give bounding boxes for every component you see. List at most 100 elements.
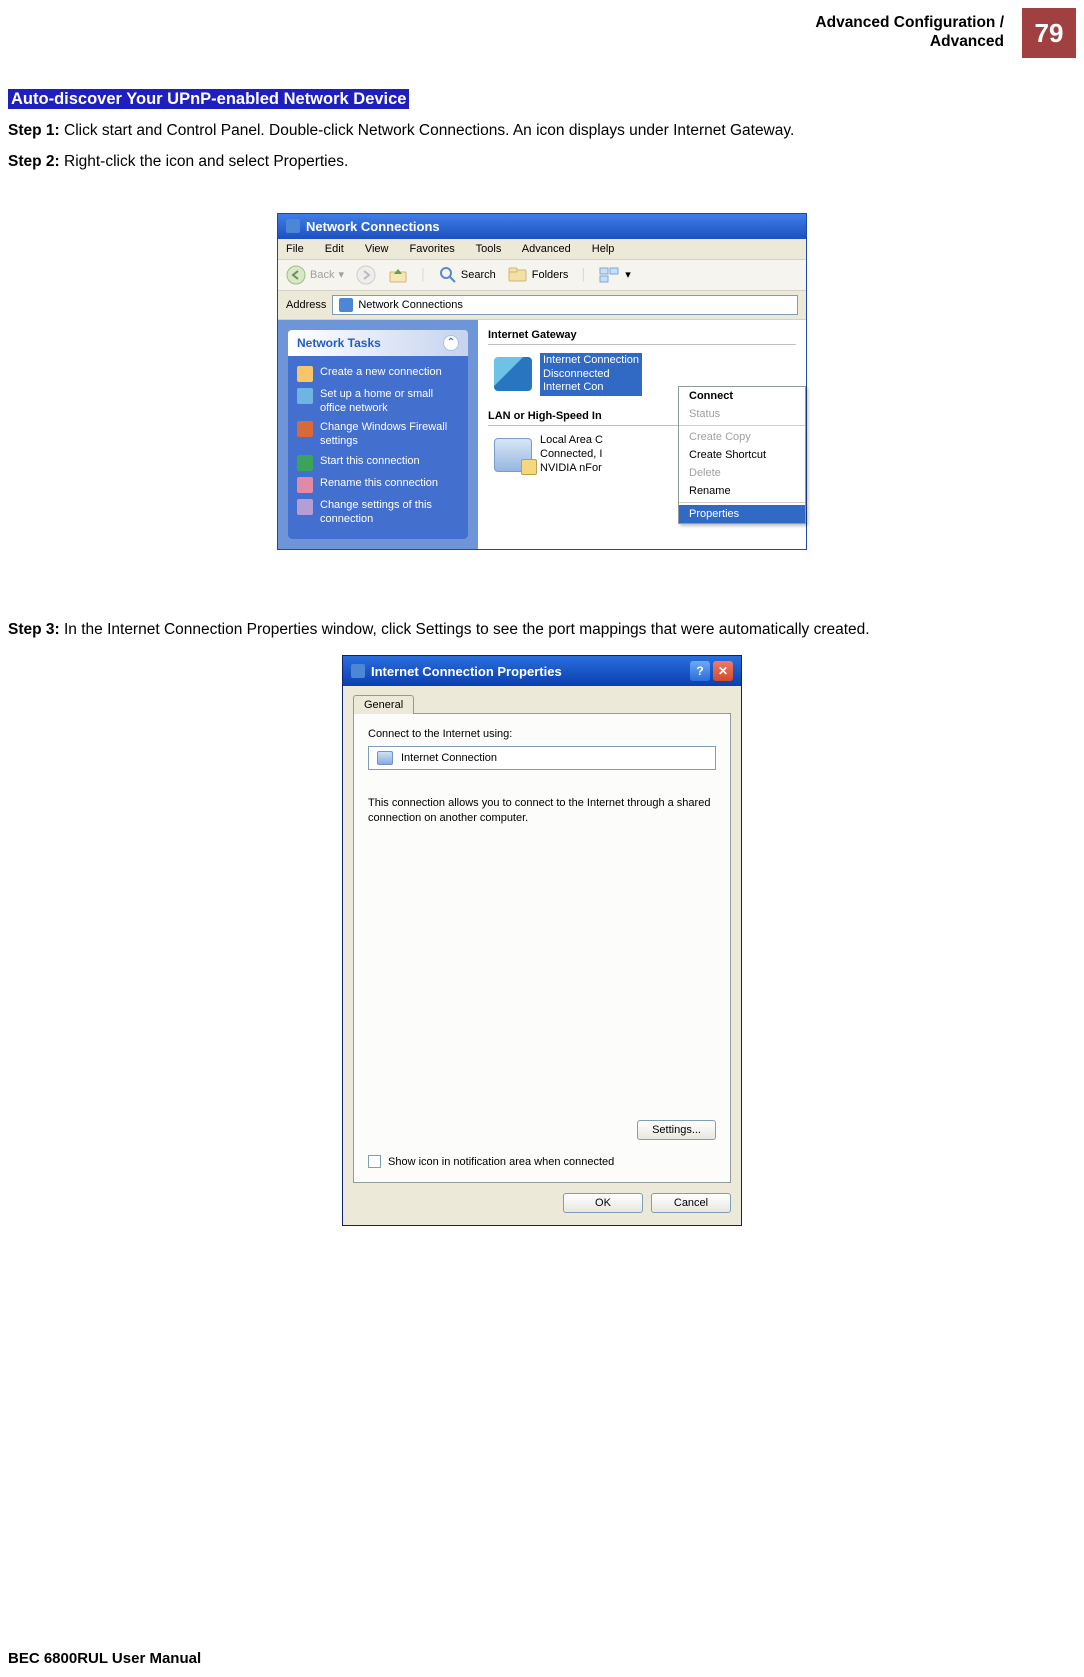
start-connection-icon — [297, 455, 313, 471]
task-rename-connection[interactable]: Rename this connection — [297, 474, 459, 496]
back-label: Back — [310, 269, 334, 281]
dialog-button-row: OK Cancel — [343, 1193, 741, 1225]
conn2-line1: Local Area C — [540, 434, 603, 446]
back-dropdown-icon: ▾ — [338, 268, 344, 281]
address-bar: Address Network Connections — [278, 291, 806, 320]
window-buttons: ? ✕ — [690, 661, 733, 681]
header-title-line2: Advanced — [930, 33, 1004, 50]
folders-label: Folders — [532, 269, 569, 281]
address-label: Address — [286, 299, 326, 311]
header-title: Advanced Configuration / Advanced — [815, 14, 1004, 51]
cm-status: Status — [679, 405, 805, 423]
task-label: Change settings of this connection — [320, 499, 459, 527]
connection-text: Local Area C Connected, I NVIDIA nFor — [540, 434, 603, 475]
cancel-button[interactable]: Cancel — [651, 1193, 731, 1213]
ok-button[interactable]: OK — [563, 1193, 643, 1213]
screenshot-network-connections: Network Connections File Edit View Favor… — [277, 213, 807, 551]
step-3-text: In the Internet Connection Properties wi… — [60, 621, 870, 638]
connection-field[interactable]: Internet Connection — [368, 746, 716, 770]
views-button[interactable]: ▾ — [599, 267, 631, 283]
conn2-line2: Connected, I — [540, 448, 602, 460]
conn2-line3: NVIDIA nFor — [540, 462, 602, 474]
dialog-icon — [351, 664, 365, 678]
task-pane: Network Tasks ⌃ Create a new connection … — [278, 320, 478, 550]
menu-favorites[interactable]: Favorites — [410, 243, 455, 255]
menu-advanced[interactable]: Advanced — [522, 243, 571, 255]
checkbox-icon[interactable] — [368, 1155, 381, 1168]
section-heading: Auto-discover Your UPnP-enabled Network … — [8, 89, 409, 109]
dialog-titlebar[interactable]: Internet Connection Properties ? ✕ — [343, 656, 741, 686]
folders-button[interactable]: Folders — [508, 267, 569, 283]
step-1: Step 1: Click start and Control Panel. D… — [8, 121, 1076, 142]
cm-create-shortcut[interactable]: Create Shortcut — [679, 446, 805, 464]
connection-description: This connection allows you to connect to… — [368, 796, 716, 826]
menu-file[interactable]: File — [286, 243, 304, 255]
window-titlebar[interactable]: Network Connections — [278, 214, 806, 239]
window-body: Network Tasks ⌃ Create a new connection … — [278, 320, 806, 550]
search-button[interactable]: Search — [439, 266, 496, 284]
menu-help[interactable]: Help — [592, 243, 615, 255]
menu-tools[interactable]: Tools — [476, 243, 502, 255]
cm-properties[interactable]: Properties — [679, 505, 805, 523]
task-label: Change Windows Firewall settings — [320, 421, 459, 449]
cm-create-copy: Create Copy — [679, 428, 805, 446]
toolbar-separator-2: │ — [580, 269, 587, 281]
conn1-line3: Internet Con — [543, 381, 604, 393]
task-label: Create a new connection — [320, 366, 442, 380]
page-number-badge: 79 — [1022, 8, 1076, 58]
address-field[interactable]: Network Connections — [332, 295, 798, 315]
back-button[interactable]: Back ▾ — [286, 265, 344, 285]
toolbar: Back ▾ │ Search Folders │ ▾ — [278, 259, 806, 291]
network-tasks-panel: Network Tasks ⌃ Create a new connection … — [288, 330, 468, 540]
settings-button[interactable]: Settings... — [637, 1120, 716, 1140]
forward-arrow-icon — [356, 265, 376, 285]
cm-connect[interactable]: Connect — [679, 387, 805, 405]
notification-checkbox-row[interactable]: Show icon in notification area when conn… — [368, 1155, 614, 1168]
views-icon — [599, 267, 621, 283]
cm-delete: Delete — [679, 464, 805, 482]
tab-row: General — [343, 686, 741, 713]
task-label: Start this connection — [320, 455, 420, 469]
firewall-icon — [297, 421, 313, 437]
tab-general[interactable]: General — [353, 695, 414, 714]
menu-view[interactable]: View — [365, 243, 389, 255]
task-setup-network[interactable]: Set up a home or small office network — [297, 385, 459, 419]
network-tasks-title: Network Tasks — [297, 336, 381, 350]
forward-button — [356, 265, 376, 285]
connection-field-icon — [377, 751, 393, 765]
address-field-icon — [339, 298, 353, 312]
conn1-line2: Disconnected — [543, 368, 610, 380]
folders-icon — [508, 267, 528, 283]
task-create-connection[interactable]: Create a new connection — [297, 363, 459, 385]
step-2-label: Step 2: — [8, 153, 60, 170]
back-arrow-icon — [286, 265, 306, 285]
task-change-settings[interactable]: Change settings of this connection — [297, 496, 459, 530]
chevron-up-icon[interactable]: ⌃ — [443, 335, 459, 351]
cm-rename[interactable]: Rename — [679, 482, 805, 500]
dialog-panel: Connect to the Internet using: Internet … — [353, 713, 731, 1183]
settings-icon — [297, 499, 313, 515]
task-start-connection[interactable]: Start this connection — [297, 452, 459, 474]
connection-text-selected: Internet Connection Disconnected Interne… — [540, 353, 642, 396]
step-2: Step 2: Right-click the icon and select … — [8, 152, 1076, 173]
network-tasks-header[interactable]: Network Tasks ⌃ — [288, 330, 468, 356]
up-button — [388, 266, 408, 284]
step-2-text: Right-click the icon and select Properti… — [60, 153, 349, 170]
new-connection-icon — [297, 366, 313, 382]
search-label: Search — [461, 269, 496, 281]
menu-edit[interactable]: Edit — [325, 243, 344, 255]
step-1-label: Step 1: — [8, 122, 60, 139]
task-firewall[interactable]: Change Windows Firewall settings — [297, 418, 459, 452]
checkbox-label: Show icon in notification area when conn… — [388, 1156, 614, 1168]
step-3: Step 3: In the Internet Connection Prope… — [8, 620, 1076, 641]
menu-bar: File Edit View Favorites Tools Advanced … — [278, 239, 806, 259]
help-button[interactable]: ? — [690, 661, 710, 681]
content-pane: Internet Gateway Internet Connection Dis… — [478, 320, 806, 550]
address-value: Network Connections — [358, 299, 463, 311]
connect-using-label: Connect to the Internet using: — [368, 728, 716, 740]
up-folder-icon — [388, 266, 408, 284]
header-title-line1: Advanced Configuration / — [815, 14, 1004, 31]
window-title: Network Connections — [306, 219, 440, 234]
section-heading-wrap: Auto-discover Your UPnP-enabled Network … — [8, 90, 1076, 109]
close-button[interactable]: ✕ — [713, 661, 733, 681]
